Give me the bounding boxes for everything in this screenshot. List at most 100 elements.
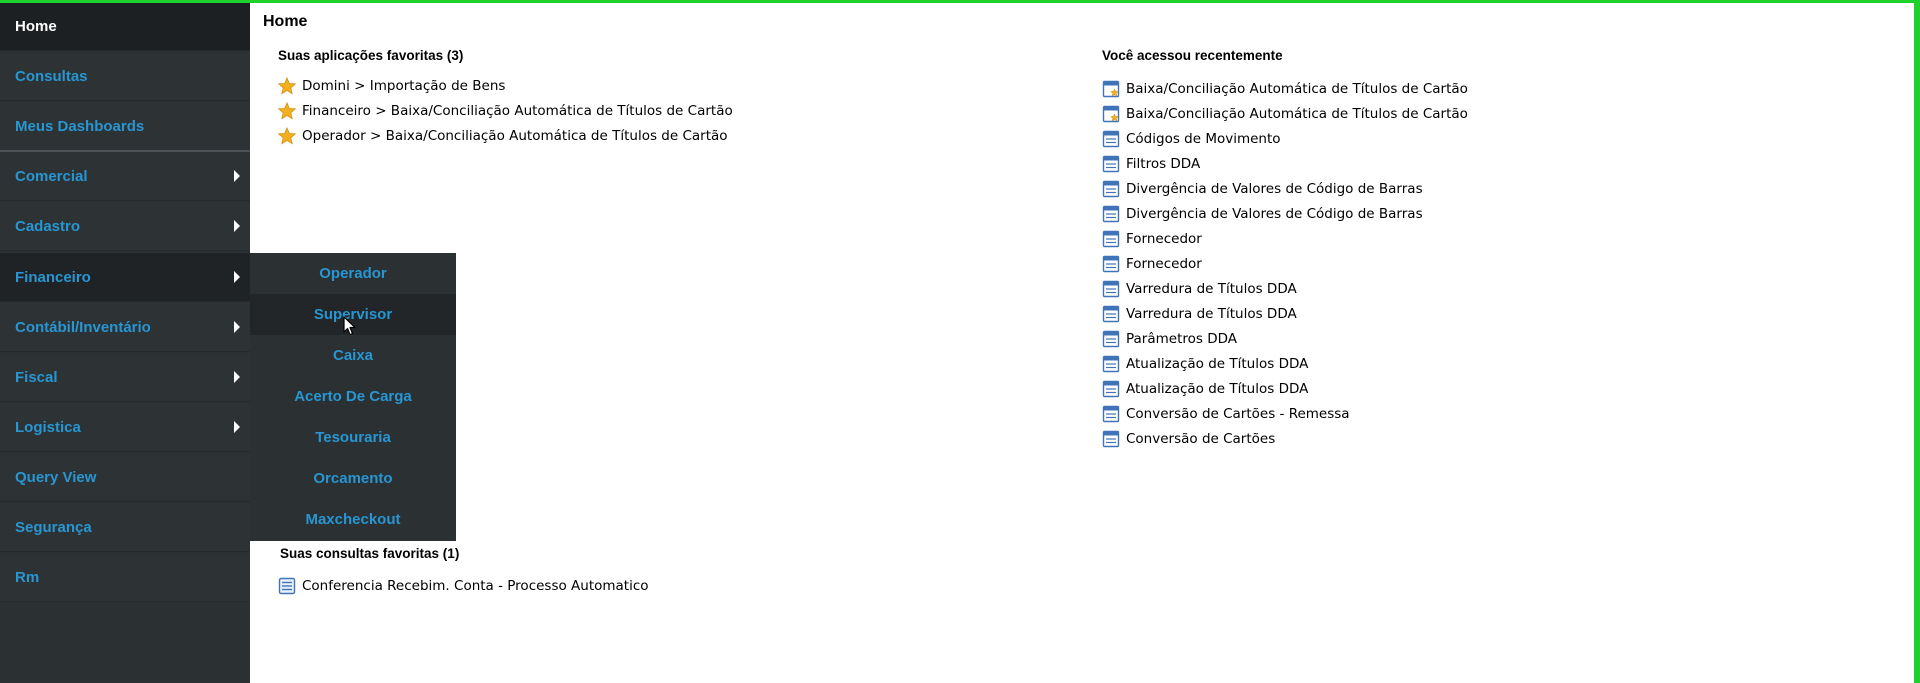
sidebar-item-label: Query View <box>15 468 97 486</box>
recent-item-label: Fornecedor <box>1126 256 1202 272</box>
recent-item-link[interactable]: Varredura de Títulos DDA <box>1102 279 1297 299</box>
favorite-app-link[interactable]: Domini > Importação de Bens <box>278 76 505 96</box>
submenu-item-maxcheckout[interactable]: Maxcheckout <box>250 499 456 540</box>
favorite-app-link[interactable]: Operador > Baixa/Conciliação Automática … <box>278 126 728 146</box>
favorite-query-link[interactable]: Conferencia Recebim. Conta - Processo Au… <box>278 576 649 596</box>
recent-item-label: Baixa/Conciliação Automática de Títulos … <box>1126 81 1468 97</box>
recent-item-label: Códigos de Movimento <box>1126 131 1281 147</box>
sidebar-item-query-view[interactable]: Query View <box>0 453 250 502</box>
sidebar: Home Consultas Meus Dashboards Comercial… <box>0 0 250 683</box>
chevron-right-icon <box>234 321 240 333</box>
sidebar-item-fiscal[interactable]: Fiscal <box>0 353 250 402</box>
submenu-item-caixa[interactable]: Caixa <box>250 335 456 376</box>
favorite-app-link[interactable]: Financeiro > Baixa/Conciliação Automátic… <box>278 101 733 121</box>
submenu-item-acerto-de-carga[interactable]: Acerto De Carga <box>250 376 456 417</box>
app-window-icon <box>1102 155 1120 173</box>
app-window-icon <box>1102 205 1120 223</box>
chevron-right-icon <box>234 170 240 182</box>
app-window-star-icon <box>1102 105 1120 123</box>
document-list-icon <box>278 577 296 595</box>
sidebar-item-label: Meus Dashboards <box>15 117 145 135</box>
submenu-item-label: Orcamento <box>313 470 393 487</box>
recent-item-label: Conversão de Cartões - Remessa <box>1126 406 1350 422</box>
sidebar-item-label: Fiscal <box>15 368 58 386</box>
app-window-icon <box>1102 180 1120 198</box>
favorite-app-label: Operador > Baixa/Conciliação Automática … <box>302 128 728 144</box>
sidebar-item-home[interactable]: Home <box>0 2 250 51</box>
submenu-item-label: Maxcheckout <box>305 511 401 528</box>
sidebar-item-label: Cadastro <box>15 217 81 235</box>
sidebar-item-contabil-inventario[interactable]: Contábil/Inventário <box>0 303 250 352</box>
sidebar-item-label: Rm <box>15 568 40 586</box>
app-window-icon <box>1102 430 1120 448</box>
recent-item-label: Atualização de Títulos DDA <box>1126 381 1309 397</box>
sidebar-item-label: Consultas <box>15 67 88 85</box>
favorite-app-label: Domini > Importação de Bens <box>302 78 506 94</box>
app-window-icon <box>1102 405 1120 423</box>
recent-item-label: Filtros DDA <box>1126 156 1201 172</box>
favorites-section-title: Suas aplicações favoritas (3) <box>278 48 464 63</box>
mouse-cursor-icon <box>343 316 356 336</box>
app-window-icon <box>1102 130 1120 148</box>
page-title: Home <box>263 13 308 30</box>
recent-item-label: Varredura de Títulos DDA <box>1126 306 1297 322</box>
recent-item-link[interactable]: Conversão de Cartões - Remessa <box>1102 404 1350 424</box>
chevron-right-icon <box>234 371 240 383</box>
sidebar-item-cadastro[interactable]: Cadastro <box>0 202 250 251</box>
submenu-item-label: Operador <box>319 265 387 282</box>
recent-item-link[interactable]: Baixa/Conciliação Automática de Títulos … <box>1102 104 1468 124</box>
sidebar-item-label: Logistica <box>15 418 81 436</box>
recent-item-link[interactable]: Baixa/Conciliação Automática de Títulos … <box>1102 79 1468 99</box>
sidebar-item-seguranca[interactable]: Segurança <box>0 503 250 552</box>
submenu-item-tesouraria[interactable]: Tesouraria <box>250 417 456 458</box>
app-window-icon <box>1102 280 1120 298</box>
sidebar-item-consultas[interactable]: Consultas <box>0 52 250 101</box>
app-window-icon <box>1102 355 1120 373</box>
app-window-icon <box>1102 305 1120 323</box>
sidebar-item-financeiro[interactable]: Financeiro <box>0 253 250 302</box>
recent-item-label: Parâmetros DDA <box>1126 331 1238 347</box>
recent-item-link[interactable]: Filtros DDA <box>1102 154 1200 174</box>
recent-item-label: Divergência de Valores de Código de Barr… <box>1126 206 1423 222</box>
chevron-right-icon <box>234 220 240 232</box>
chevron-right-icon <box>234 421 240 433</box>
window-border-right <box>1914 0 1920 683</box>
recent-item-label: Atualização de Títulos DDA <box>1126 356 1309 372</box>
app-window-icon <box>1102 230 1120 248</box>
star-icon <box>278 77 296 95</box>
recent-item-link[interactable]: Atualização de Títulos DDA <box>1102 354 1308 374</box>
sidebar-item-comercial[interactable]: Comercial <box>0 152 250 201</box>
financeiro-submenu: Operador Supervisor Caixa Acerto De Carg… <box>250 253 456 541</box>
star-icon <box>278 102 296 120</box>
sidebar-item-label: Home <box>15 17 57 35</box>
recent-item-link[interactable]: Varredura de Títulos DDA <box>1102 304 1297 324</box>
sidebar-item-meus-dashboards[interactable]: Meus Dashboards <box>0 102 250 151</box>
favorite-query-label: Conferencia Recebim. Conta - Processo Au… <box>302 578 649 594</box>
recent-item-link[interactable]: Atualização de Títulos DDA <box>1102 379 1308 399</box>
submenu-item-operador[interactable]: Operador <box>250 253 456 294</box>
app-window-icon <box>1102 380 1120 398</box>
recent-item-link[interactable]: Divergência de Valores de Código de Barr… <box>1102 179 1423 199</box>
sidebar-item-logistica[interactable]: Logistica <box>0 403 250 452</box>
recent-item-link[interactable]: Fornecedor <box>1102 229 1202 249</box>
submenu-item-label: Acerto De Carga <box>294 388 412 405</box>
submenu-item-label: Tesouraria <box>315 429 391 446</box>
recent-item-link[interactable]: Fornecedor <box>1102 254 1202 274</box>
app-window-icon <box>1102 255 1120 273</box>
sidebar-item-label: Financeiro <box>15 268 91 286</box>
recent-item-label: Fornecedor <box>1126 231 1202 247</box>
queries-section-title: Suas consultas favoritas (1) <box>280 546 460 561</box>
window-border-top <box>0 0 1920 3</box>
recent-item-label: Baixa/Conciliação Automática de Títulos … <box>1126 106 1468 122</box>
sidebar-item-rm[interactable]: Rm <box>0 553 250 602</box>
recent-item-link[interactable]: Conversão de Cartões <box>1102 429 1275 449</box>
star-icon <box>278 127 296 145</box>
recent-item-link[interactable]: Divergência de Valores de Código de Barr… <box>1102 204 1423 224</box>
sidebar-item-label: Segurança <box>15 518 92 536</box>
sidebar-item-label: Contábil/Inventário <box>15 318 151 336</box>
submenu-item-orcamento[interactable]: Orcamento <box>250 458 456 499</box>
recent-item-link[interactable]: Códigos de Movimento <box>1102 129 1281 149</box>
recent-item-link[interactable]: Parâmetros DDA <box>1102 329 1237 349</box>
app-window-icon <box>1102 330 1120 348</box>
main-content: Home Suas aplicações favoritas (3) Domin… <box>250 0 1914 683</box>
